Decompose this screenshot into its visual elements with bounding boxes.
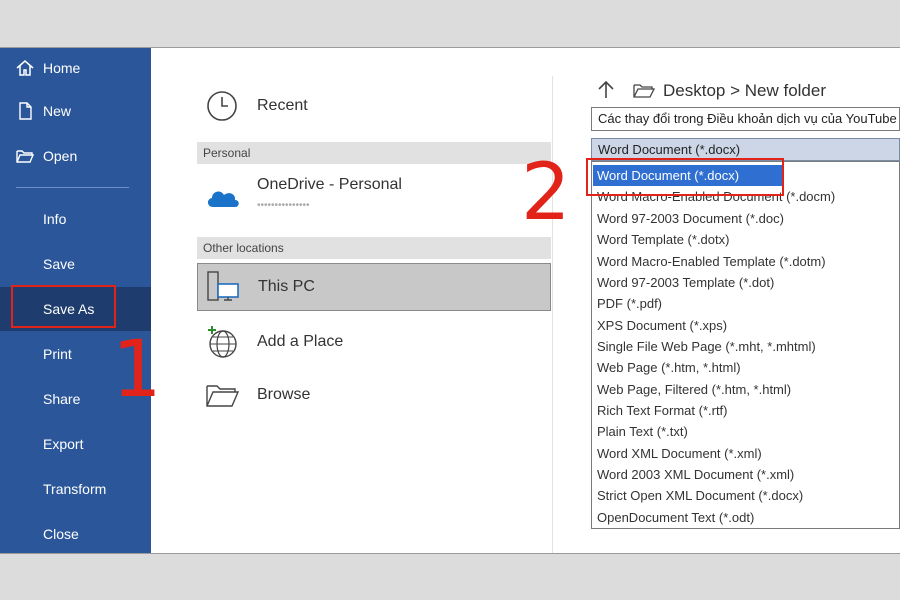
- sidebar-item-transform[interactable]: Transform: [0, 469, 151, 509]
- location-label: OneDrive - Personal: [257, 176, 402, 193]
- sidebar-item-label: Home: [43, 60, 81, 76]
- location-this-pc[interactable]: This PC: [197, 263, 551, 311]
- sidebar-divider: [16, 187, 129, 188]
- save-locations-panel: Recent Personal OneDrive - Personal ••••…: [151, 48, 552, 553]
- group-header-personal: Personal: [197, 142, 551, 164]
- location-onedrive[interactable]: OneDrive - Personal •••••••••••••••: [197, 174, 551, 220]
- file-type-option[interactable]: Rich Text Format (*.rtf): [597, 403, 728, 418]
- group-header-other: Other locations: [197, 237, 551, 259]
- file-type-option[interactable]: Word Macro-Enabled Template (*.dotm): [597, 254, 826, 269]
- sidebar-item-new[interactable]: New: [0, 91, 151, 131]
- sidebar-item-save[interactable]: Save: [0, 244, 151, 284]
- sidebar-item-label: Share: [43, 391, 81, 407]
- sidebar-item-close[interactable]: Close: [0, 514, 151, 554]
- file-type-option[interactable]: Word 97-2003 Template (*.dot): [597, 275, 774, 290]
- clock-icon: [207, 91, 237, 121]
- file-type-dropdown: Word Document (*.docx) Word Macro-Enable…: [591, 161, 900, 529]
- sidebar-item-label: Open: [43, 148, 78, 164]
- annotation-box-save-as: [11, 285, 116, 328]
- file-type-option[interactable]: OpenDocument Text (*.odt): [597, 510, 754, 525]
- folder-icon: [206, 385, 240, 407]
- onedrive-cloud-icon: [207, 191, 239, 207]
- file-type-option[interactable]: PDF (*.pdf): [597, 296, 662, 311]
- folder-icon: [633, 84, 655, 98]
- location-add-place[interactable]: Add a Place: [197, 322, 551, 362]
- sidebar-item-label: Close: [43, 526, 79, 542]
- file-type-option[interactable]: XPS Document (*.xps): [597, 318, 727, 333]
- up-arrow-icon[interactable]: [597, 80, 615, 100]
- sidebar-item-label: New: [43, 103, 72, 119]
- location-label: Add a Place: [257, 333, 344, 350]
- file-type-option[interactable]: Word Template (*.dotx): [597, 232, 729, 247]
- breadcrumb[interactable]: Desktop > New folder: [633, 81, 826, 101]
- sidebar-item-info[interactable]: Info: [0, 199, 151, 239]
- sidebar-item-label: Save: [43, 256, 75, 272]
- home-icon: [16, 60, 34, 76]
- sidebar-item-label: Print: [43, 346, 72, 362]
- sidebar-item-label: Transform: [43, 481, 107, 497]
- file-type-option[interactable]: Single File Web Page (*.mht, *.mhtml): [597, 339, 816, 354]
- location-recent[interactable]: Recent: [197, 88, 551, 124]
- file-type-option[interactable]: Web Page (*.htm, *.html): [597, 360, 741, 375]
- location-label: Recent: [257, 97, 308, 114]
- location-browse[interactable]: Browse: [197, 375, 551, 415]
- new-document-icon: [19, 102, 32, 120]
- sidebar-item-home[interactable]: Home: [0, 48, 151, 88]
- file-type-option[interactable]: Web Page, Filtered (*.htm, *.html): [597, 382, 791, 397]
- file-type-option[interactable]: Word 97-2003 Document (*.doc): [597, 211, 784, 226]
- location-label: Browse: [257, 386, 311, 403]
- file-type-option[interactable]: Strict Open XML Document (*.docx): [597, 488, 803, 503]
- sidebar-item-label: Export: [43, 436, 84, 452]
- location-label: This PC: [258, 278, 315, 295]
- file-name-input[interactable]: Các thay đổi trong Điều khoản dịch vụ củ…: [591, 107, 900, 131]
- onedrive-account-text: •••••••••••••••: [257, 200, 310, 211]
- annotation-step-2: 2: [521, 148, 571, 238]
- sidebar-item-label: Info: [43, 211, 67, 227]
- computer-icon: [207, 271, 239, 301]
- sidebar-item-export[interactable]: Export: [0, 424, 151, 464]
- globe-add-icon: [208, 326, 237, 358]
- file-type-option[interactable]: Plain Text (*.txt): [597, 424, 688, 439]
- annotation-box-docx: [586, 158, 784, 196]
- breadcrumb-path: Desktop > New folder: [663, 81, 826, 100]
- open-folder-icon: [16, 150, 35, 163]
- save-as-panel: Desktop > New folder Các thay đổi trong …: [553, 48, 900, 553]
- word-backstage-window: Home New Open Info Save Save As Print Sh…: [0, 47, 900, 554]
- file-type-option[interactable]: Word XML Document (*.xml): [597, 446, 762, 461]
- file-type-option[interactable]: Word 2003 XML Document (*.xml): [597, 467, 794, 482]
- sidebar-item-open[interactable]: Open: [0, 136, 151, 176]
